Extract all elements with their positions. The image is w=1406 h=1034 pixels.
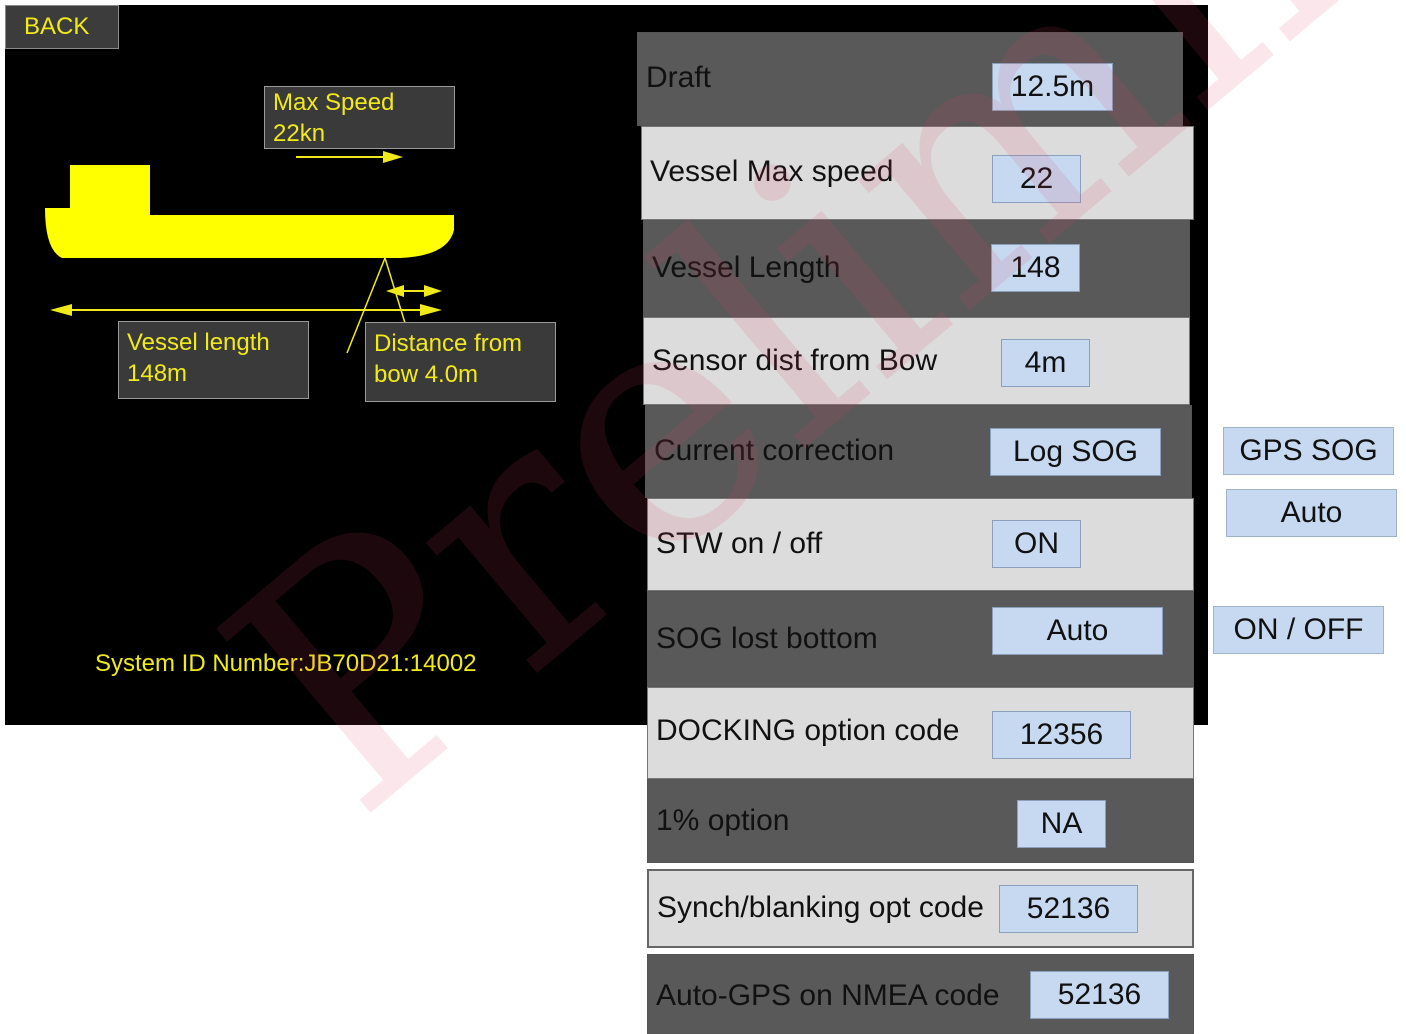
setting-row-sensor-dist: Sensor dist from Bow 4m [643,317,1190,405]
sensor-dist-value-field[interactable]: 4m [1001,339,1090,387]
max-speed-label: Max Speed [273,89,395,116]
setting-label: 1% option [656,804,790,837]
gps-sog-option[interactable]: GPS SOG [1223,427,1394,475]
max-speed-value-field[interactable]: 22 [992,155,1081,203]
vessel-length-callout: Vessel length 148m [118,321,309,399]
vessel-length-value: 148m [127,360,188,387]
auto-option[interactable]: Auto [1226,489,1397,537]
vessel-length-arrow-right [420,304,442,316]
bow-distance-arrow-right [424,285,442,297]
bow-distance-value: bow 4.0m [374,361,479,388]
setting-row-draft: Draft 12.5m [637,32,1183,126]
auto-gps-value-field[interactable]: 52136 [1030,971,1169,1019]
max-speed-arrow-head [383,151,403,163]
setting-row-vessel-length: Vessel Length 148 [643,220,1190,317]
bow-distance-label: Distance from [374,330,523,357]
synch-blanking-value-field[interactable]: 52136 [999,885,1138,933]
bow-distance-callout: Distance from bow 4.0m [365,322,556,402]
vessel-length-arrow-left [50,304,72,316]
setting-row-docking-option: DOCKING option code 12356 [647,687,1194,779]
max-speed-callout: Max Speed 22kn [264,86,455,149]
bow-distance-arrow-left [386,285,404,297]
sog-lost-bottom-value-field[interactable]: Auto [992,607,1163,655]
draft-value-field[interactable]: 12.5m [992,63,1113,111]
setting-row-current-correction: Current correction Log SOG [645,405,1192,498]
system-id-text: System ID Number:JB70D21:14002 [95,650,477,677]
setting-label: DOCKING option code [656,714,960,747]
setting-row-synch-blanking: Synch/blanking opt code 52136 [647,869,1194,948]
setting-label: Vessel Length [652,251,841,284]
max-speed-value: 22kn [273,120,326,147]
vessel-length-label: Vessel length [127,329,270,356]
on-off-option[interactable]: ON / OFF [1213,606,1384,654]
setting-row-vessel-max-speed: Vessel Max speed 22 [641,126,1194,220]
vessel-length-value-field[interactable]: 148 [991,244,1080,292]
setting-label: Synch/blanking opt code [657,891,984,924]
current-correction-value-field[interactable]: Log SOG [990,428,1161,476]
ship-shape [45,165,454,258]
setting-row-auto-gps: Auto-GPS on NMEA code 52136 [647,954,1194,1034]
setting-label: SOG lost bottom [656,622,878,655]
setting-label: Current correction [654,434,895,467]
setting-label: Draft [646,61,712,94]
docking-option-value-field[interactable]: 12356 [992,711,1131,759]
one-percent-value-field[interactable]: NA [1017,800,1106,848]
setting-row-sog-lost-bottom: SOG lost bottom Auto [647,591,1194,687]
setting-label: Sensor dist from Bow [652,344,938,377]
setting-label: Auto-GPS on NMEA code [656,979,1000,1012]
setting-label: STW on / off [656,527,823,560]
setting-label: Vessel Max speed [650,155,894,188]
setting-row-one-percent-option: 1% option NA [647,779,1194,863]
stw-value-field[interactable]: ON [992,520,1081,568]
setting-row-stw: STW on / off ON [647,498,1194,591]
